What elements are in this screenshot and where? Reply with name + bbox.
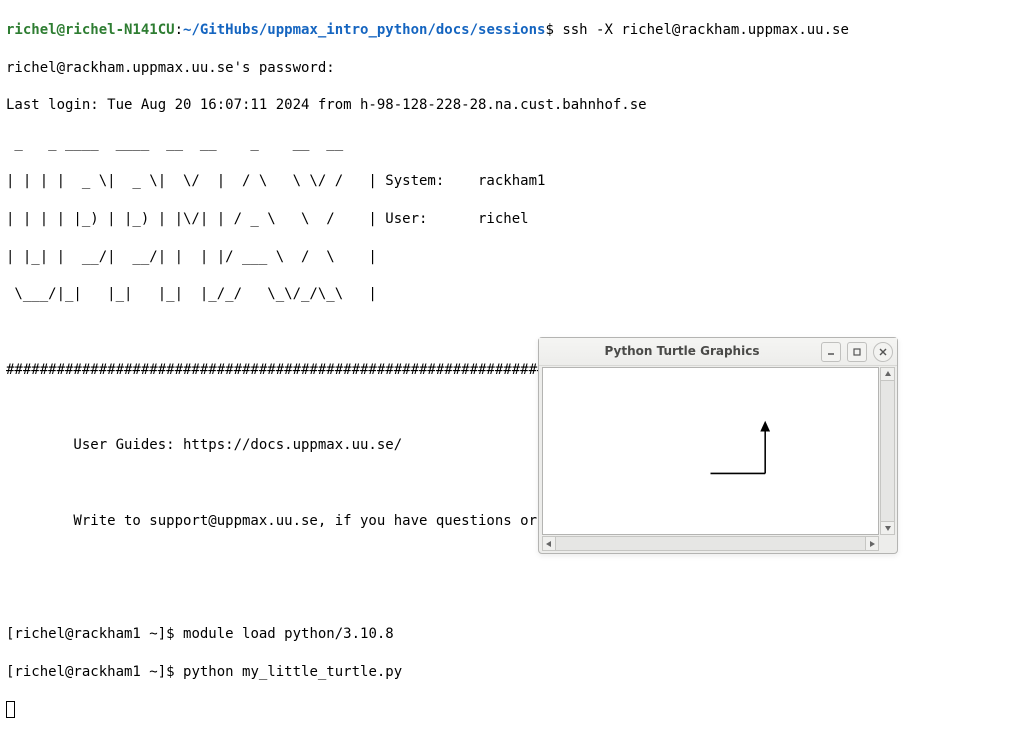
minimize-button[interactable]	[821, 342, 841, 362]
ascii-art-line: \___/|_| |_| |_| |_/_/ \_\/_/\_\ |	[6, 285, 1013, 304]
prompt-dollar: $	[545, 22, 562, 38]
window-controls	[821, 342, 893, 362]
chevron-down-icon	[884, 524, 892, 532]
remote-prompt: [richel@rackham1 ~]$	[6, 664, 183, 680]
close-button[interactable]	[873, 342, 893, 362]
python-command: python my_little_turtle.py	[183, 664, 402, 680]
window-title: Python Turtle Graphics	[543, 343, 821, 359]
scroll-up-button[interactable]	[881, 368, 894, 381]
ascii-art-line: | | | | _ \| _ \| \/ | / \ \ \/ / | Syst…	[6, 172, 1013, 191]
ascii-art-line: _ _ ____ ____ __ __ _ __ __	[6, 134, 1013, 153]
turtle-drawing	[543, 368, 878, 534]
horizontal-scrollbar[interactable]	[542, 536, 879, 551]
turtle-graphics-window[interactable]: Python Turtle Graphics	[538, 337, 898, 554]
remote-prompt: [richel@rackham1 ~]$	[6, 626, 183, 642]
scroll-left-button[interactable]	[543, 537, 556, 550]
minimize-icon	[826, 347, 836, 357]
chevron-up-icon	[884, 370, 892, 378]
module-command: module load python/3.10.8	[183, 626, 394, 642]
maximize-button[interactable]	[847, 342, 867, 362]
ssh-command: ssh -X richel@rackham.uppmax.uu.se	[562, 22, 849, 38]
prompt-user-host: richel@richel-N141CU	[6, 22, 175, 38]
last-login: Last login: Tue Aug 20 16:07:11 2024 fro…	[6, 96, 1013, 115]
terminal-cursor	[6, 701, 15, 718]
chevron-right-icon	[868, 540, 876, 548]
window-titlebar[interactable]: Python Turtle Graphics	[539, 338, 897, 366]
maximize-icon	[852, 347, 862, 357]
password-prompt: richel@rackham.uppmax.uu.se's password:	[6, 59, 1013, 78]
ascii-art-line: | |_| | __/| __/| | | |/ ___ \ / \ |	[6, 248, 1013, 267]
close-icon	[878, 347, 888, 357]
ascii-art-line: | | | | |_) | |_) | |\/| | / _ \ \ / | U…	[6, 210, 1013, 229]
turtle-canvas	[542, 367, 879, 535]
vertical-scrollbar[interactable]	[880, 367, 895, 535]
scroll-right-button[interactable]	[865, 537, 878, 550]
prompt-path: ~/GitHubs/uppmax_intro_python/docs/sessi…	[183, 22, 545, 38]
chevron-left-icon	[545, 540, 553, 548]
prompt-colon: :	[175, 22, 183, 38]
scroll-down-button[interactable]	[881, 521, 894, 534]
